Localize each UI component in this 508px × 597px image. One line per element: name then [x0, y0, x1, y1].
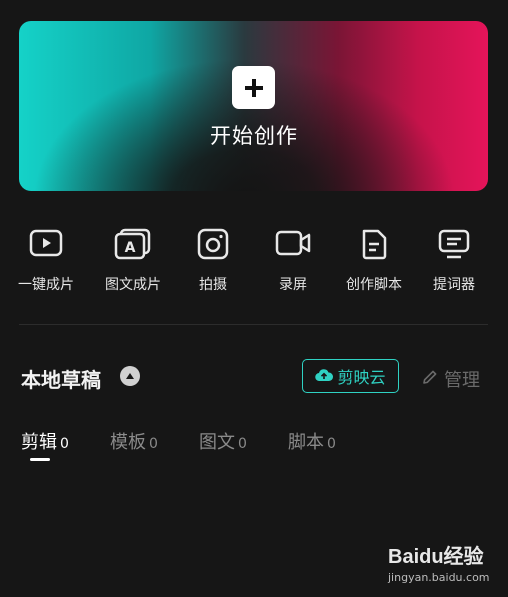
baidu-watermark: Baidu经验 jingyan.baidu.com: [388, 540, 498, 590]
watermark-url: jingyan.baidu.com: [388, 571, 490, 584]
tool-teleprompter[interactable]: 提词器: [412, 228, 496, 294]
cloud-upload-icon: [315, 367, 334, 386]
tool-shoot[interactable]: 拍摄: [171, 228, 255, 294]
plus-icon[interactable]: [232, 66, 275, 109]
local-drafts-title[interactable]: 本地草稿: [21, 364, 101, 393]
tab-label: 模板: [110, 432, 146, 453]
tab-label: 剪辑: [21, 432, 57, 453]
tab-count: 0: [60, 436, 69, 452]
screen-record-icon: [251, 228, 335, 264]
caret-up-icon[interactable]: [120, 366, 140, 386]
tab-image-text[interactable]: 图文 0: [199, 428, 247, 454]
manage-label: 管理: [444, 370, 480, 391]
tool-label: 录屏: [279, 277, 307, 293]
tab-label: 脚本: [288, 432, 324, 453]
cloud-button[interactable]: 剪映云: [302, 359, 399, 393]
text-image-icon: A: [91, 228, 175, 264]
tool-one-click-video[interactable]: 一键成片: [4, 228, 88, 294]
tool-text-to-video[interactable]: A 图文成片: [91, 228, 175, 294]
baidu-logo: Baidu经验: [388, 546, 484, 568]
active-tab-indicator: [30, 458, 50, 461]
tab-template[interactable]: 模板 0: [110, 428, 158, 454]
manage-button[interactable]: 管理: [422, 366, 480, 392]
section-divider: [19, 324, 488, 325]
tool-label: 一键成片: [18, 277, 74, 293]
start-creating-label: 开始创作: [210, 124, 298, 148]
tool-creation-script[interactable]: 创作脚本: [332, 228, 416, 294]
tab-count: 0: [149, 436, 158, 452]
play-icon: [4, 228, 88, 264]
tool-label: 创作脚本: [346, 277, 402, 293]
tab-label: 图文: [199, 432, 235, 453]
tool-row: 一键成片 A 图文成片 拍摄 录屏 创作脚本 提词器: [0, 228, 508, 298]
svg-text:A: A: [125, 240, 136, 256]
tool-label: 拍摄: [199, 277, 227, 293]
camera-icon: [171, 228, 255, 264]
pencil-icon: [422, 369, 438, 390]
script-icon: [332, 228, 416, 264]
tab-edit[interactable]: 剪辑 0: [21, 428, 69, 454]
tool-label: 图文成片: [105, 277, 161, 293]
tab-script[interactable]: 脚本 0: [288, 428, 336, 454]
tool-screen-record[interactable]: 录屏: [251, 228, 335, 294]
teleprompter-icon: [412, 228, 496, 264]
tool-label: 提词器: [433, 277, 475, 293]
tab-count: 0: [238, 436, 247, 452]
tab-count: 0: [327, 436, 336, 452]
cloud-button-label: 剪映云: [337, 368, 386, 387]
